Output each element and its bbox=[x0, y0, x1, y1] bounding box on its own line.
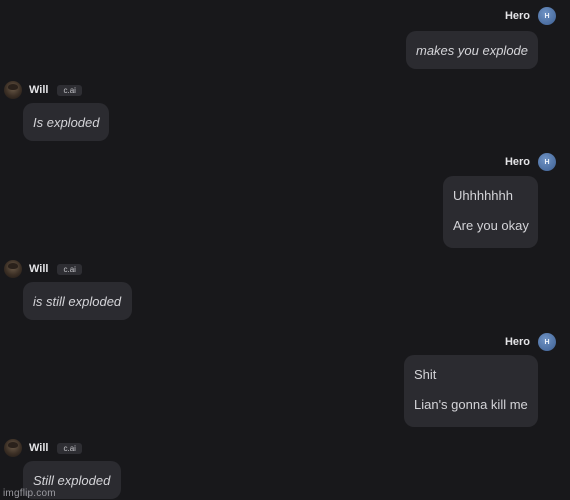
user-name: Hero bbox=[504, 336, 530, 348]
character-name[interactable]: Will bbox=[29, 263, 48, 275]
message-header-user: Hero H bbox=[505, 6, 556, 26]
message-bubble-user: Shit Lian's gonna kill me bbox=[404, 355, 538, 427]
cai-badge: c.ai bbox=[57, 442, 82, 454]
message-header-character: Will c.ai bbox=[4, 259, 82, 279]
chat-transcript: Hero H makes you explode Will c.ai Is ex… bbox=[0, 0, 570, 500]
imgflip-watermark: imgflip.com bbox=[3, 488, 56, 499]
user-name: Hero bbox=[504, 10, 530, 22]
cai-badge: c.ai bbox=[57, 263, 82, 275]
message-text-line: Shit bbox=[414, 367, 437, 382]
message-text-line: Lian's gonna kill me bbox=[414, 397, 528, 412]
user-avatar[interactable]: H bbox=[538, 153, 556, 171]
character-name[interactable]: Will bbox=[29, 442, 48, 454]
message-text-line: Uhhhhhhh bbox=[453, 188, 513, 203]
character-avatar[interactable] bbox=[4, 439, 22, 457]
message-header-user: Hero H bbox=[505, 332, 556, 352]
message-header-character: Will c.ai bbox=[4, 438, 82, 458]
message-bubble-user: Uhhhhhhh Are you okay bbox=[443, 176, 538, 248]
message-text-line: Are you okay bbox=[453, 218, 529, 233]
user-avatar[interactable]: H bbox=[538, 333, 556, 351]
user-name: Hero bbox=[504, 156, 530, 168]
message-text: Still exploded bbox=[33, 473, 111, 488]
user-avatar[interactable]: H bbox=[538, 7, 556, 25]
message-bubble-character: is still exploded bbox=[23, 282, 132, 320]
message-bubble-user: makes you explode bbox=[406, 31, 538, 69]
character-avatar[interactable] bbox=[4, 81, 22, 99]
message-bubble-character: Is exploded bbox=[23, 103, 109, 141]
cai-badge: c.ai bbox=[57, 84, 82, 96]
message-header-user: Hero H bbox=[505, 152, 556, 172]
character-name[interactable]: Will bbox=[29, 84, 48, 96]
message-text: makes you explode bbox=[416, 43, 529, 58]
character-avatar[interactable] bbox=[4, 260, 22, 278]
message-text: Is exploded bbox=[33, 115, 100, 130]
message-text: is still exploded bbox=[33, 294, 122, 309]
message-header-character: Will c.ai bbox=[4, 80, 82, 100]
